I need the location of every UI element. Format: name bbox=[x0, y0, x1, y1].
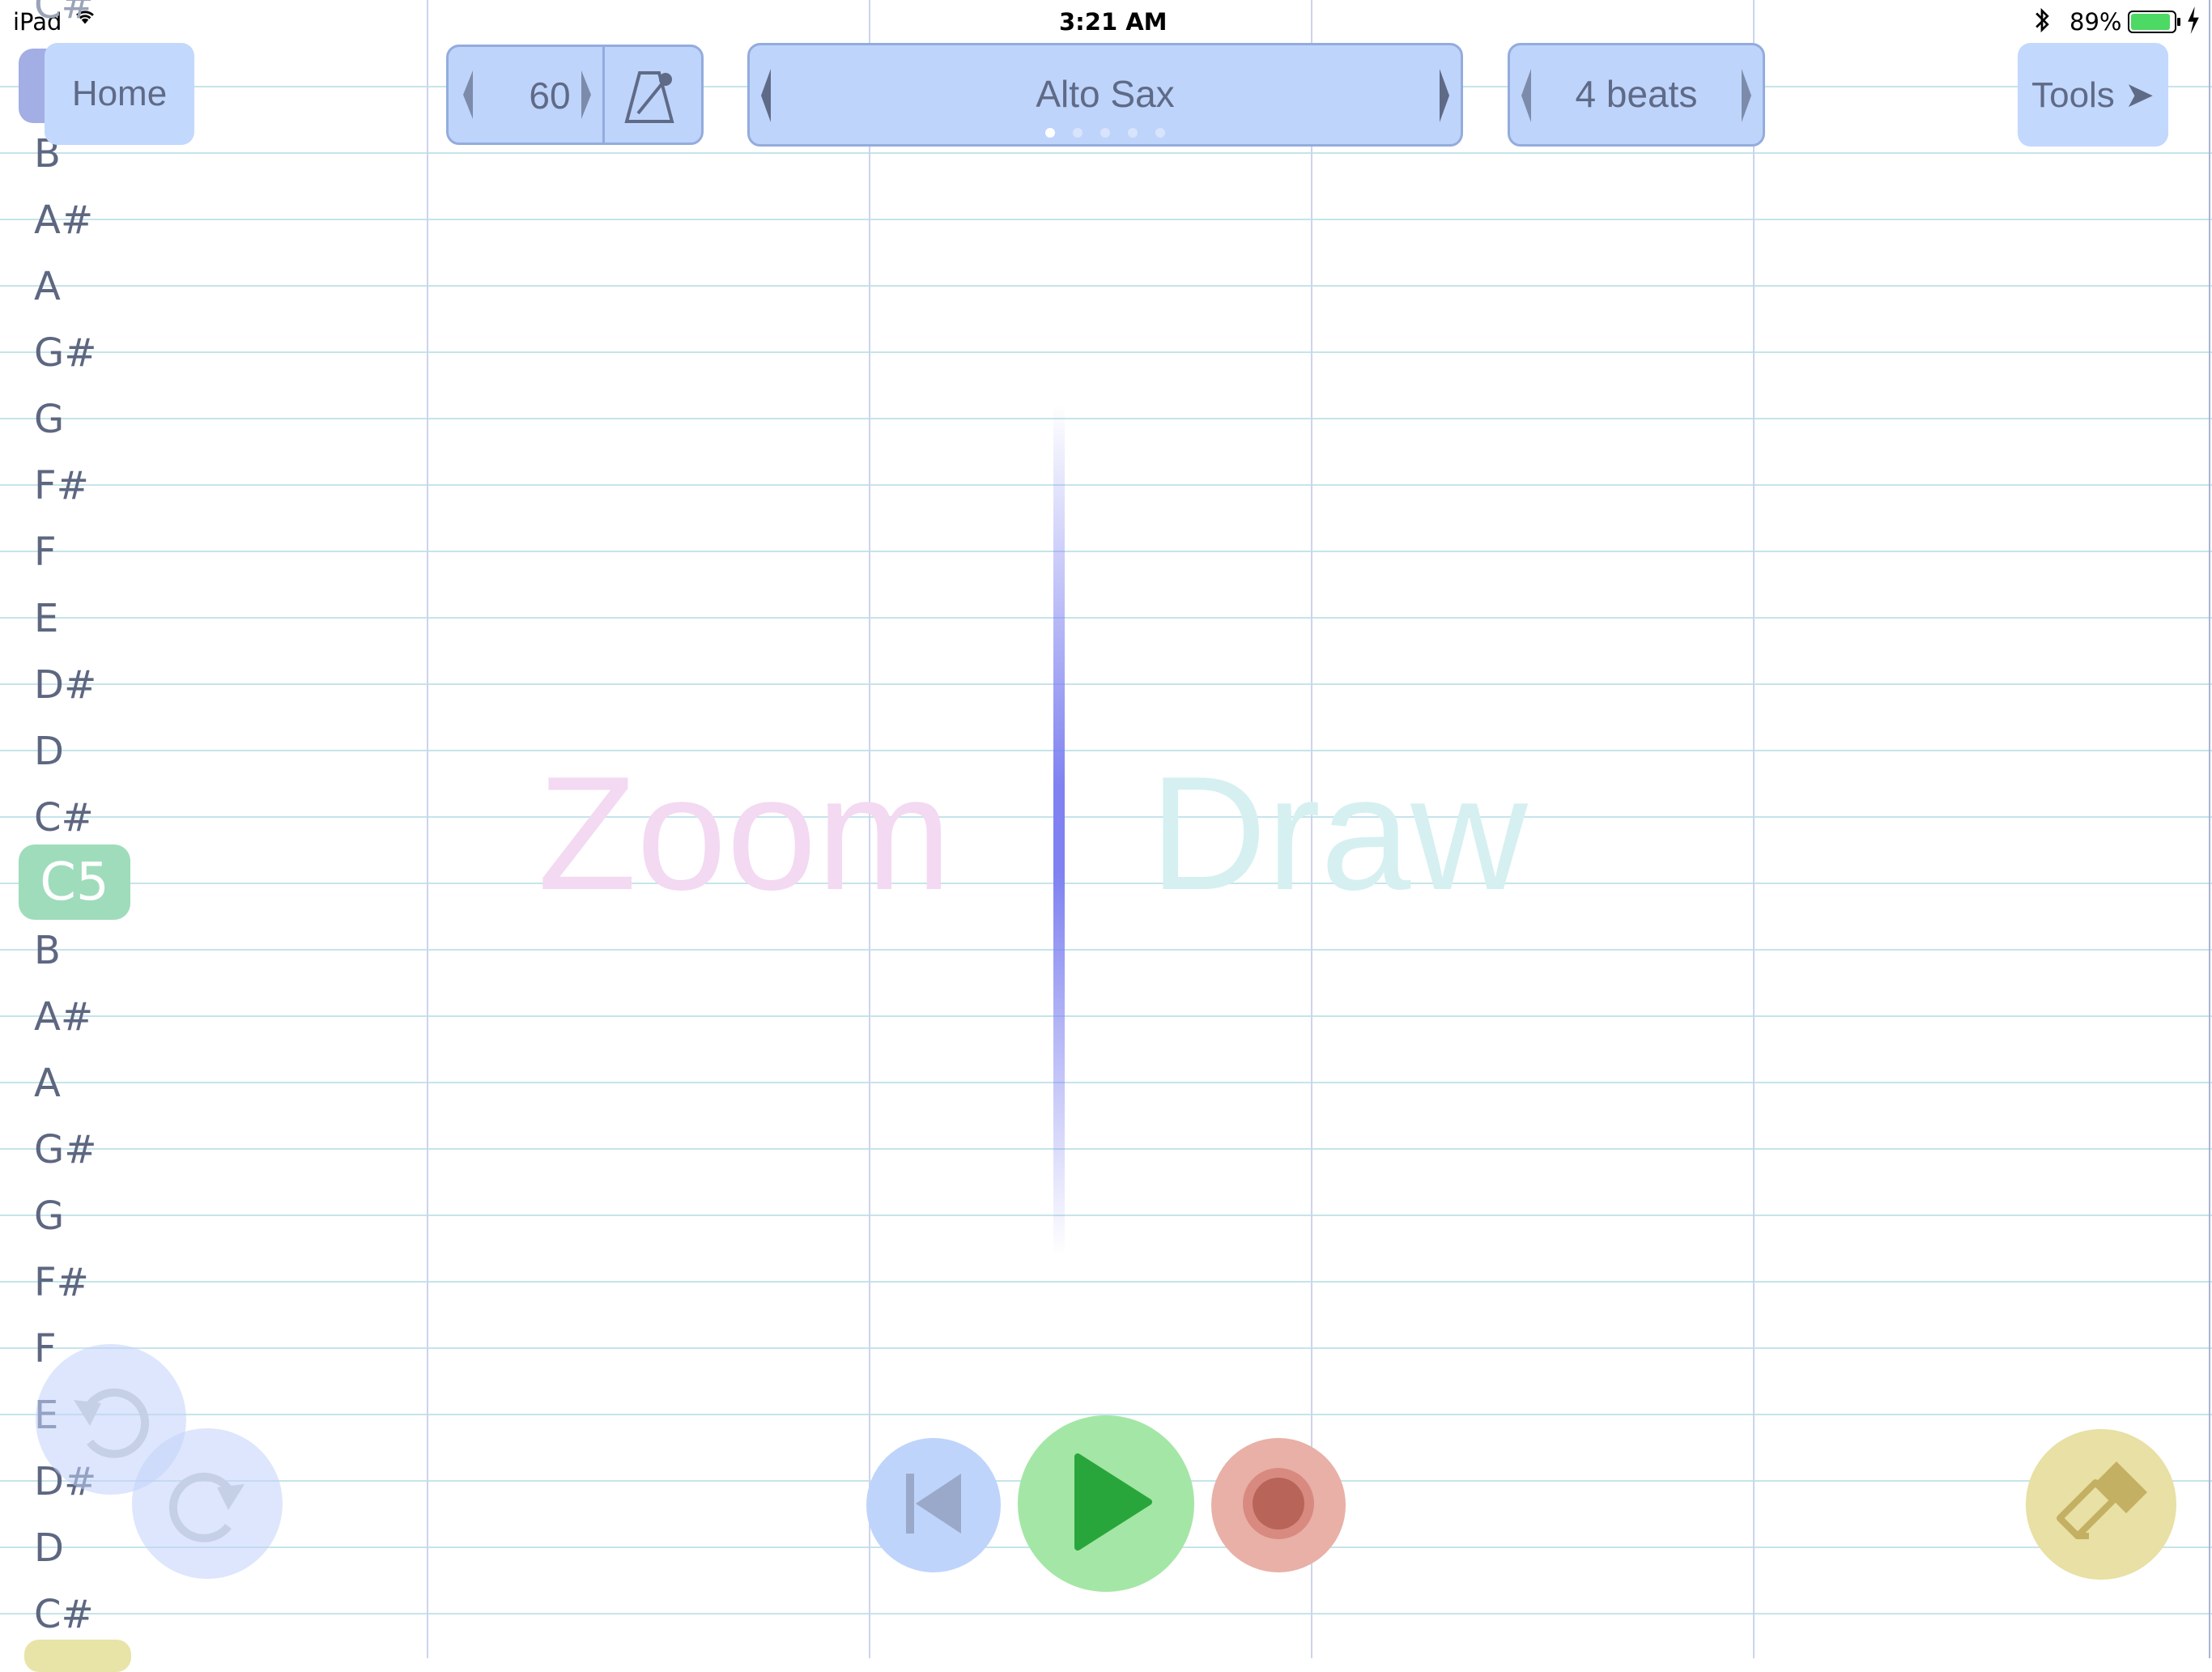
note-label: D# bbox=[34, 662, 97, 708]
tempo-control: 60 bbox=[446, 45, 704, 145]
play-icon bbox=[1071, 1453, 1152, 1554]
zoom-hint: Zoom bbox=[538, 743, 952, 924]
page-dot bbox=[1073, 128, 1083, 138]
undo-icon bbox=[62, 1369, 160, 1470]
record-button[interactable] bbox=[1211, 1438, 1346, 1572]
tools-button[interactable]: Tools ➤ bbox=[2018, 43, 2168, 147]
instrument-name: Alto Sax bbox=[1036, 73, 1175, 115]
status-bar: iPad 3:21 AM 89% bbox=[0, 0, 2212, 42]
page-dot bbox=[1128, 128, 1138, 138]
eraser-button[interactable] bbox=[2026, 1429, 2176, 1580]
note-label: D bbox=[34, 1525, 64, 1571]
note-label: C# bbox=[34, 1592, 94, 1637]
note-label: F# bbox=[34, 1260, 89, 1305]
beats-value: 4 beats bbox=[1575, 73, 1698, 115]
playhead[interactable] bbox=[1053, 405, 1065, 1255]
note-label: G bbox=[34, 397, 65, 442]
note-badge-c5[interactable]: C5 bbox=[19, 845, 130, 920]
beats-increase-button[interactable] bbox=[1737, 57, 1756, 143]
draw-hint: Draw bbox=[1150, 743, 1528, 924]
eraser-icon bbox=[2048, 1458, 2154, 1551]
note-label: F bbox=[34, 1326, 57, 1372]
page-dot bbox=[1100, 128, 1110, 138]
beats-selector[interactable]: 4 beats bbox=[1508, 43, 1765, 147]
instrument-selector[interactable]: Alto Sax bbox=[747, 43, 1463, 147]
redo-button[interactable] bbox=[132, 1428, 283, 1579]
instrument-page-dots bbox=[750, 128, 1461, 138]
divider bbox=[602, 47, 605, 143]
page-dot bbox=[1155, 128, 1165, 138]
metronome-icon[interactable] bbox=[619, 65, 680, 135]
note-label: F# bbox=[34, 463, 89, 508]
note-label: F bbox=[34, 530, 57, 575]
note-label: G# bbox=[34, 330, 97, 376]
skip-to-start-icon bbox=[901, 1467, 966, 1543]
tempo-decrease-button[interactable] bbox=[458, 58, 478, 140]
clock: 3:21 AM bbox=[1059, 8, 1168, 36]
note-label-partial: C# bbox=[34, 0, 94, 28]
note-label: A# bbox=[34, 198, 94, 243]
charging-icon bbox=[2186, 6, 2201, 40]
note-label: G bbox=[34, 1193, 65, 1239]
play-button[interactable] bbox=[1018, 1415, 1194, 1592]
battery-icon bbox=[2128, 10, 2184, 40]
note-label: C# bbox=[34, 795, 94, 840]
home-button[interactable]: Home bbox=[45, 43, 194, 145]
page-dot bbox=[1045, 128, 1055, 138]
note-label: A bbox=[34, 1061, 61, 1106]
battery-percent: 89% bbox=[2069, 8, 2122, 36]
note-label: D bbox=[34, 729, 64, 774]
redo-icon bbox=[159, 1453, 256, 1554]
note-label: A bbox=[34, 264, 61, 309]
note-label: B bbox=[34, 928, 61, 973]
bluetooth-icon bbox=[2032, 6, 2052, 40]
note-badge-bottom-partial bbox=[24, 1640, 131, 1672]
record-icon bbox=[1238, 1463, 1319, 1547]
note-label: G# bbox=[34, 1127, 97, 1172]
note-label: A# bbox=[34, 994, 94, 1040]
note-label: E bbox=[34, 596, 59, 641]
rewind-button[interactable] bbox=[866, 1438, 1001, 1572]
tempo-increase-button[interactable] bbox=[576, 58, 596, 140]
